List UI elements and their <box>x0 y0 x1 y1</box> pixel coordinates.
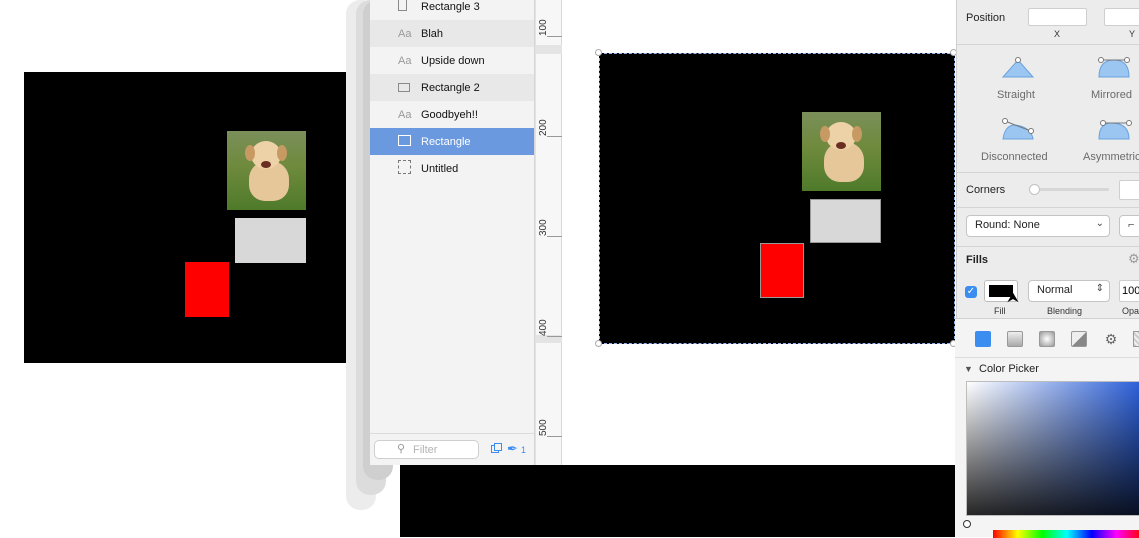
rectangle-icon <box>398 83 410 92</box>
window-bottom-overlay <box>400 465 956 537</box>
layer-row-untitled[interactable]: Untitled <box>370 155 534 182</box>
fill-sub-label: Fill <box>994 306 1006 316</box>
ruler-label: 500 <box>538 419 549 436</box>
layer-label: Rectangle 3 <box>421 0 480 13</box>
blend-mode-value: Normal <box>1037 284 1073 296</box>
straight-curve-button[interactable] <box>997 55 1039 85</box>
dog-photo-layer[interactable] <box>802 112 881 191</box>
x-label: X <box>1054 29 1061 39</box>
disconnected-label: Disconnected <box>981 151 1048 163</box>
artboard-icon <box>398 160 411 174</box>
disclosure-triangle-icon[interactable]: ▼ <box>964 364 973 374</box>
color-picker-knob[interactable] <box>963 520 971 528</box>
round-select[interactable]: Round: None ⌄ <box>966 215 1110 237</box>
round-select-value: Round: None <box>975 219 1040 231</box>
gray-rectangle-layer[interactable] <box>810 199 881 243</box>
layer-label: Blah <box>421 27 444 40</box>
layer-row-blah[interactable]: Aa Blah <box>370 20 534 47</box>
rectangle-icon <box>398 135 411 146</box>
corners-field[interactable] <box>1119 180 1139 200</box>
gear-icon[interactable]: ⚙ <box>1128 251 1139 267</box>
page-count: 1 <box>521 445 527 455</box>
chevron-down-icon: ⌄ <box>1095 218 1104 229</box>
position-label: Position <box>966 12 1006 24</box>
corners-slider-knob[interactable] <box>1029 184 1040 195</box>
layer-label: Untitled <box>421 162 459 175</box>
filter-placeholder: Filter <box>413 444 438 456</box>
y-label: Y <box>1129 29 1136 39</box>
straight-curve-icon <box>1001 57 1035 78</box>
asymmetric-curve-button[interactable] <box>1093 117 1135 147</box>
layers-footer-divider <box>370 433 534 434</box>
layer-label: Rectangle <box>421 135 471 148</box>
layer-row-rectangle-3[interactable]: Rectangle 3 <box>370 0 534 20</box>
pages-icon[interactable] <box>491 443 503 455</box>
ruler-label: 400 <box>538 319 549 336</box>
layer-row-goodbyeh[interactable]: Aa Goodbyeh!! <box>370 101 534 128</box>
color-picker-label: Color Picker <box>979 363 1039 375</box>
mirrored-label: Mirrored <box>1091 89 1132 101</box>
text-icon: Aa <box>398 108 412 121</box>
fills-label: Fills <box>966 254 989 266</box>
updown-icon: ⇕ <box>1095 283 1104 294</box>
disconnected-curve-button[interactable] <box>997 117 1039 147</box>
mirrored-curve-button[interactable] <box>1093 55 1135 85</box>
radial-gradient-button[interactable] <box>1039 331 1055 347</box>
color-popover: ⚙ ▼ Color Picker <box>955 318 1139 538</box>
inspector-panel: Position X Y Straight Mirrored Disconnec… <box>955 0 1139 538</box>
fill-enabled-checkbox[interactable]: ✓ <box>965 286 977 298</box>
resize-handle-bl[interactable] <box>595 340 602 347</box>
color-saturation-field[interactable] <box>966 381 1139 516</box>
asymmetric-curve-icon <box>1098 120 1132 140</box>
ruler-label: 200 <box>538 119 549 136</box>
corners-label: Corners <box>966 184 1006 196</box>
search-icon: ⚲ <box>397 443 406 455</box>
vertical-ruler: 100 200 300 400 500 <box>535 0 562 465</box>
layer-filter-input[interactable]: ⚲ Filter <box>374 440 479 459</box>
blending-sub-label: Blending <box>1047 306 1083 316</box>
asymmetric-label: Asymmetric <box>1083 151 1139 163</box>
opacity-sub-label: Opacity <box>1122 306 1139 316</box>
mirrored-curve-icon <box>1098 57 1130 78</box>
dog-photo-preview <box>227 131 306 210</box>
path-options-button[interactable]: ⌐ <box>1119 215 1139 237</box>
brush-icon[interactable]: ✒ <box>507 441 518 457</box>
corners-slider[interactable] <box>1029 184 1109 195</box>
text-icon: Aa <box>398 54 412 67</box>
layer-label: Rectangle 2 <box>421 81 480 94</box>
blend-mode-select[interactable]: Normal ⇕ <box>1028 280 1110 302</box>
y-position-field[interactable] <box>1104 8 1139 26</box>
text-icon: Aa <box>398 27 412 40</box>
angular-gradient-button[interactable] <box>1071 331 1087 347</box>
artboard[interactable] <box>599 53 955 344</box>
disconnected-curve-icon <box>1002 118 1034 140</box>
layer-row-rectangle-2[interactable]: Rectangle 2 <box>370 74 534 101</box>
layer-row-upside-down[interactable]: Aa Upside down <box>370 47 534 74</box>
solid-fill-button[interactable] <box>975 331 991 347</box>
x-position-field[interactable] <box>1028 8 1087 26</box>
layer-row-rectangle[interactable]: Rectangle <box>370 128 534 155</box>
layers-panel: Rectangle 3 Aa Blah Aa Upside down Recta… <box>370 0 535 465</box>
linear-gradient-button[interactable] <box>1007 331 1023 347</box>
straight-label: Straight <box>997 89 1035 101</box>
resize-handle-tl[interactable] <box>595 49 602 56</box>
noise-fill-button[interactable] <box>1133 331 1139 347</box>
pattern-fill-button[interactable]: ⚙ <box>1103 331 1119 347</box>
red-rectangle-preview <box>185 262 229 317</box>
ruler-label: 300 <box>538 219 549 236</box>
gray-rectangle-preview <box>235 218 306 263</box>
rectangle-icon <box>398 0 407 11</box>
cursor-pointer-icon: ⮝ <box>1007 289 1019 305</box>
ruler-label: 100 <box>538 19 549 36</box>
path-icon: ⌐ <box>1128 219 1135 231</box>
layer-label: Upside down <box>421 54 485 67</box>
red-rectangle-layer[interactable] <box>760 243 804 298</box>
fill-opacity-field[interactable]: 100 <box>1119 280 1139 302</box>
layer-label: Goodbyeh!! <box>421 108 478 121</box>
artboard-preview <box>24 72 370 363</box>
